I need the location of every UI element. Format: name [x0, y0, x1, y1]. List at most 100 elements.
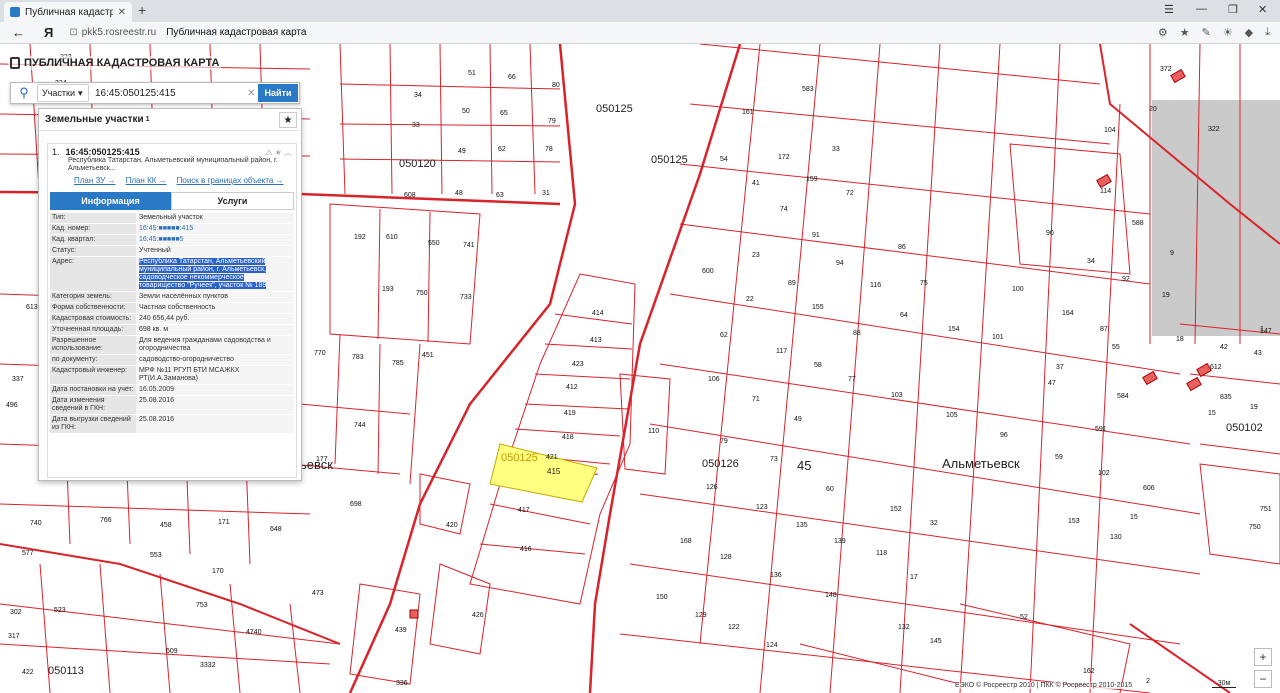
parcel-number-label[interactable]: 48	[455, 190, 463, 197]
parcel-number-label[interactable]: 100	[1012, 286, 1024, 293]
parcel-number-label[interactable]: 128	[720, 554, 732, 561]
close-tab-icon[interactable]: ✕	[118, 7, 126, 18]
parcel-number-label[interactable]: 612	[1210, 364, 1222, 371]
site-info-icon[interactable]: ⊡	[69, 27, 77, 38]
parcel-number-label[interactable]: 116	[870, 282, 881, 289]
parcel-number-label[interactable]: 509	[166, 648, 178, 655]
parcel-number-label[interactable]: 698	[350, 501, 362, 508]
parcel-number-label[interactable]: 148	[825, 592, 837, 599]
tab-services[interactable]: Услуги	[171, 192, 294, 210]
zoom-out-button[interactable]: −	[1254, 670, 1272, 688]
parcel-number-label[interactable]: 423	[572, 361, 584, 368]
parcel-number-label[interactable]: 613	[26, 304, 38, 311]
parcel-number-label[interactable]: 88	[853, 330, 861, 337]
parcel-number-label[interactable]: 41	[752, 180, 760, 187]
pen-icon[interactable]: ✎	[1202, 26, 1211, 39]
browser-tab[interactable]: Публичная кадастровая ✕	[4, 2, 132, 22]
menu-icon[interactable]: ☰	[1164, 3, 1174, 16]
search-input[interactable]	[95, 87, 245, 99]
yandex-icon[interactable]: Я	[44, 25, 53, 40]
parcel-number-label[interactable]: 34	[414, 92, 422, 99]
parcel-number-label[interactable]: 164	[1062, 310, 1074, 317]
parcel-number-label[interactable]: 105	[946, 412, 958, 419]
parcel-number-label[interactable]: 553	[150, 552, 162, 559]
parcel-number-label[interactable]: 49	[794, 416, 802, 423]
parcel-number-label[interactable]: 451	[422, 352, 434, 359]
restore-icon[interactable]: ❐	[1228, 3, 1238, 16]
property-value[interactable]: 16:45:■■■■■5	[136, 235, 294, 245]
parcel-number-label[interactable]: 79	[548, 118, 556, 125]
parcel-number-label[interactable]: 4740	[246, 629, 262, 636]
parcel-number-label[interactable]: 104	[1104, 127, 1116, 134]
parcel-number-label[interactable]: 87	[1100, 326, 1108, 333]
search-type-select[interactable]: Участки ▾	[37, 84, 89, 102]
parcel-number-label[interactable]: 417	[518, 507, 530, 514]
parcel-number-label[interactable]: 103	[891, 392, 903, 399]
parcel-number-label[interactable]: 419	[564, 410, 576, 417]
parcel-number-label[interactable]: 766	[100, 517, 112, 524]
parcel-number-label[interactable]: 62	[498, 146, 506, 153]
parcel-number-label[interactable]: 414	[592, 310, 604, 317]
parcel-number-label[interactable]: 72	[846, 190, 854, 197]
parcel-number-label[interactable]: 64	[900, 312, 908, 319]
parcel-number-label[interactable]: 58	[814, 362, 822, 369]
parcel-number-label[interactable]: 79	[720, 438, 728, 445]
parcel-number-label[interactable]: 129	[695, 612, 707, 619]
parcel-number-label[interactable]: 606	[1143, 485, 1155, 492]
warning-icon[interactable]: ⚠	[265, 148, 272, 157]
parcel-number-label[interactable]: 372	[1160, 66, 1172, 73]
parcel-number-label[interactable]: 92	[1122, 276, 1130, 283]
parcel-number-label[interactable]: 136	[770, 572, 782, 579]
parcel-number-label[interactable]: 588	[1132, 220, 1144, 227]
parcel-number-label[interactable]: 110	[648, 428, 659, 435]
parcel-number-label[interactable]: 2	[1146, 678, 1150, 685]
parcel-number-label[interactable]: 577	[22, 550, 34, 557]
search-in-bounds-link[interactable]: Поиск в границах объекта →	[177, 176, 284, 185]
parcel-number-label[interactable]: 741	[463, 242, 475, 249]
parcel-number-label[interactable]: 317	[8, 633, 20, 640]
parcel-number-label[interactable]: 337	[12, 376, 24, 383]
parcel-number-label[interactable]: 413	[590, 337, 602, 344]
parcel-number-label[interactable]: 114	[1100, 188, 1111, 195]
parcel-number-label[interactable]: 139	[834, 538, 846, 545]
parcel-number-label[interactable]: 412	[566, 384, 578, 391]
parcel-number-label[interactable]: 421	[546, 454, 558, 461]
parcel-number-label[interactable]: 733	[460, 294, 472, 301]
parcel-number-label[interactable]: 106	[708, 376, 720, 383]
parcel-number-label[interactable]: 550	[428, 240, 440, 247]
parcel-number-label[interactable]: 52	[1020, 614, 1028, 621]
extension-icon[interactable]: ◆	[1245, 26, 1253, 39]
parcel-number-label[interactable]: 23	[752, 252, 760, 259]
parcel-number-label[interactable]: 130	[1110, 534, 1122, 541]
parcel-number-label[interactable]: 37	[1056, 364, 1064, 371]
parcel-number-label[interactable]: 458	[160, 522, 172, 529]
parcel-number-label[interactable]: 124	[766, 642, 778, 649]
parcel-number-label[interactable]: 20	[1149, 106, 1157, 113]
parcel-number-label[interactable]: 192	[354, 234, 366, 241]
parcel-number-label[interactable]: 168	[680, 538, 692, 545]
parcel-number-label[interactable]: 102	[1098, 470, 1110, 477]
parcel-number-label[interactable]: 744	[354, 422, 366, 429]
parcel-number-label[interactable]: 418	[562, 434, 574, 441]
selected-parcel-number[interactable]: 415	[547, 467, 560, 476]
parcel-number-label[interactable]: 322	[1208, 126, 1220, 133]
parcel-number-label[interactable]: 750	[1249, 524, 1261, 531]
parcel-number-label[interactable]: 51	[468, 70, 476, 77]
parcel-number-label[interactable]: 33	[412, 122, 420, 129]
parcel-number-label[interactable]: 591	[1095, 426, 1107, 433]
parcel-number-label[interactable]: 50	[462, 108, 470, 115]
parcel-number-label[interactable]: 1	[1260, 326, 1264, 333]
parcel-number-label[interactable]: 117	[776, 348, 787, 355]
tab-information[interactable]: Информация	[50, 192, 171, 210]
parcel-number-label[interactable]: 785	[392, 360, 404, 367]
parcel-number-label[interactable]: 608	[404, 192, 416, 199]
parcel-number-label[interactable]: 91	[812, 232, 820, 239]
parcel-number-label[interactable]: 740	[30, 520, 42, 527]
parcel-number-label[interactable]: 33	[832, 146, 840, 153]
parcel-number-label[interactable]: 152	[890, 506, 902, 513]
plan-zu-link[interactable]: План ЗУ →	[74, 176, 116, 185]
clear-icon[interactable]: ✕	[247, 88, 255, 99]
parcel-number-label[interactable]: 770	[314, 350, 326, 357]
search-icon[interactable]: ⚲	[11, 83, 37, 103]
parcel-number-label[interactable]: 17	[910, 574, 918, 581]
